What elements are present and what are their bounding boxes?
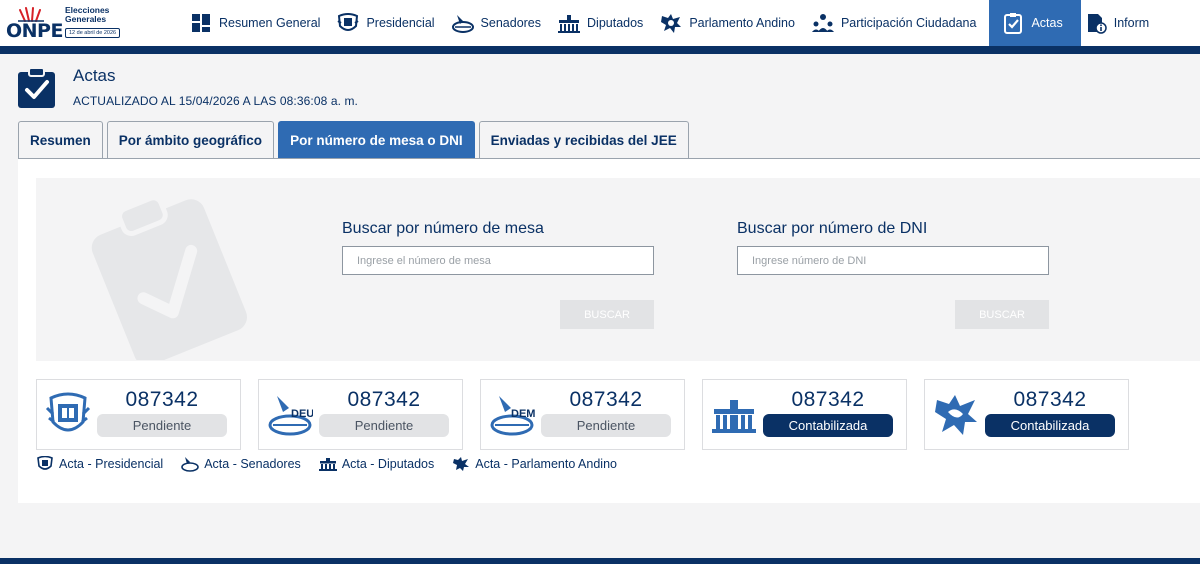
presidential-seal-icon xyxy=(36,456,54,472)
nav-item-presidencial[interactable]: Presidencial xyxy=(333,0,447,46)
nav-label: Diputados xyxy=(587,16,644,30)
clipboard-watermark-icon xyxy=(91,195,248,360)
andean-parliament-icon xyxy=(935,395,977,435)
logo-event-date: 12 de abril de 2026 xyxy=(65,28,121,38)
search-area: Buscar por número de mesa BUSCAR Buscar … xyxy=(36,178,1200,361)
logo-brand-text: ONPE xyxy=(6,20,63,42)
tab-numero-mesa-dni[interactable]: Por número de mesa o DNI xyxy=(278,121,475,159)
senate-icon xyxy=(451,12,475,34)
logo-event-line2: Generales xyxy=(65,14,107,24)
actas-tabs: Resumen Por ámbito geográfico Por número… xyxy=(18,121,693,159)
top-navigation-bar: ONPE Elecciones Generales 12 de abril de… xyxy=(0,0,1200,46)
nav-item-diputados[interactable]: Diputados xyxy=(554,0,656,46)
acta-card-diputados-dem: DEM 087342 Pendiente xyxy=(480,379,685,450)
congress-building-icon xyxy=(557,12,581,34)
nav-item-resumen-general[interactable]: Resumen General xyxy=(186,0,333,46)
acta-card-senadores: DEU 087342 Pendiente xyxy=(258,379,463,450)
nav-label: Parlamento Andino xyxy=(689,16,795,30)
search-mesa-block: Buscar por número de mesa BUSCAR xyxy=(342,220,654,329)
citizens-icon xyxy=(811,12,835,34)
congress-building-icon xyxy=(712,400,756,433)
nav-item-senadores[interactable]: Senadores xyxy=(448,0,554,46)
nav-item-actas[interactable]: Actas xyxy=(989,0,1081,46)
nav-label: Actas xyxy=(1031,16,1063,30)
presidential-seal-icon xyxy=(45,392,91,432)
acta-legend: Acta - Presidencial Acta - Senadores Act… xyxy=(36,456,635,472)
legend-item-diputados: Acta - Diputados xyxy=(318,456,435,472)
nav-label: Senadores xyxy=(480,16,542,30)
last-updated-text: ACTUALIZADO AL 15/04/2026 A LAS 08:36:08… xyxy=(73,94,358,108)
acta-number: 087342 xyxy=(1013,388,1087,411)
main-nav: Resumen General Presidencial Senadores D… xyxy=(186,0,1162,46)
nav-label: Presidencial xyxy=(366,16,435,30)
deu-label: DEU xyxy=(291,408,313,420)
legend-item-senadores: Acta - Senadores xyxy=(181,456,301,472)
clipboard-check-icon xyxy=(18,68,55,108)
legend-label: Acta - Senadores xyxy=(204,457,301,471)
mesa-number-input[interactable] xyxy=(342,246,654,275)
status-badge: Contabilizada xyxy=(985,414,1115,437)
legend-item-parlamento-andino: Acta - Parlamento Andino xyxy=(452,456,617,472)
acta-number: 087342 xyxy=(791,388,865,411)
legend-item-presidencial: Acta - Presidencial xyxy=(36,456,163,472)
search-dni-button[interactable]: BUSCAR xyxy=(955,300,1049,329)
dem-label: DEM xyxy=(511,408,535,420)
status-badge: Contabilizada xyxy=(763,414,893,437)
deu-ballot-icon: DEU xyxy=(268,396,313,436)
status-badge: Pendiente xyxy=(97,414,227,437)
legend-label: Acta - Presidencial xyxy=(59,457,164,471)
andean-parliament-icon xyxy=(659,12,683,34)
search-dni-block: Buscar por número de DNI BUSCAR xyxy=(737,220,1049,329)
congress-building-icon xyxy=(318,456,337,472)
nav-divider-bar xyxy=(0,46,1200,54)
nav-label: Inform xyxy=(1113,16,1150,30)
tab-resumen[interactable]: Resumen xyxy=(18,121,103,159)
nav-item-parlamento-andino[interactable]: Parlamento Andino xyxy=(656,0,808,46)
acta-number: 087342 xyxy=(125,388,199,411)
acta-number: 087342 xyxy=(347,388,421,411)
legend-label: Acta - Parlamento Andino xyxy=(475,457,617,471)
page-title: Actas xyxy=(73,66,116,85)
acta-number: 087342 xyxy=(569,388,643,411)
footer-bar xyxy=(0,558,1200,564)
acta-card-presidencial: 087342 Pendiente xyxy=(36,379,241,450)
acta-status-cards: 087342 Pendiente DEU 087342 Pendiente DE… xyxy=(36,379,1146,450)
andean-parliament-icon xyxy=(452,456,470,472)
actas-page: Actas ACTUALIZADO AL 15/04/2026 A LAS 08… xyxy=(0,54,1200,558)
search-mesa-button[interactable]: BUSCAR xyxy=(560,300,654,329)
info-document-icon xyxy=(1084,12,1108,34)
status-badge: Pendiente xyxy=(541,414,671,437)
nav-label: Participación Ciudadana xyxy=(840,16,977,30)
search-dni-label: Buscar por número de DNI xyxy=(737,220,928,237)
tab-enviadas-recibidas-jee[interactable]: Enviadas y recibidas del JEE xyxy=(478,121,689,159)
senate-icon xyxy=(181,456,200,472)
tab-ambito-geografico[interactable]: Por ámbito geográfico xyxy=(106,121,275,159)
nav-item-participacion-ciudadana[interactable]: Participación Ciudadana xyxy=(808,0,990,46)
clipboard-check-icon xyxy=(1001,12,1025,34)
acta-card-diputados: 087342 Contabilizada xyxy=(702,379,907,450)
dni-number-input[interactable] xyxy=(737,246,1049,275)
search-mesa-label: Buscar por número de mesa xyxy=(342,220,544,237)
status-badge: Pendiente xyxy=(319,414,449,437)
nav-label: Resumen General xyxy=(219,16,321,30)
dem-ballot-icon: DEM xyxy=(490,396,535,436)
tab-panel: Buscar por número de mesa BUSCAR Buscar … xyxy=(18,159,1200,503)
onpe-logo[interactable]: ONPE Elecciones Generales 12 de abril de… xyxy=(6,4,126,42)
acta-card-parlamento-andino: 087342 Contabilizada xyxy=(924,379,1129,450)
logo-event-title: Elecciones Generales xyxy=(65,6,109,24)
summary-grid-icon xyxy=(189,12,213,34)
nav-item-informacion[interactable]: Inform xyxy=(1081,0,1162,46)
legend-label: Acta - Diputados xyxy=(341,457,435,471)
presidential-seal-icon xyxy=(336,12,360,34)
